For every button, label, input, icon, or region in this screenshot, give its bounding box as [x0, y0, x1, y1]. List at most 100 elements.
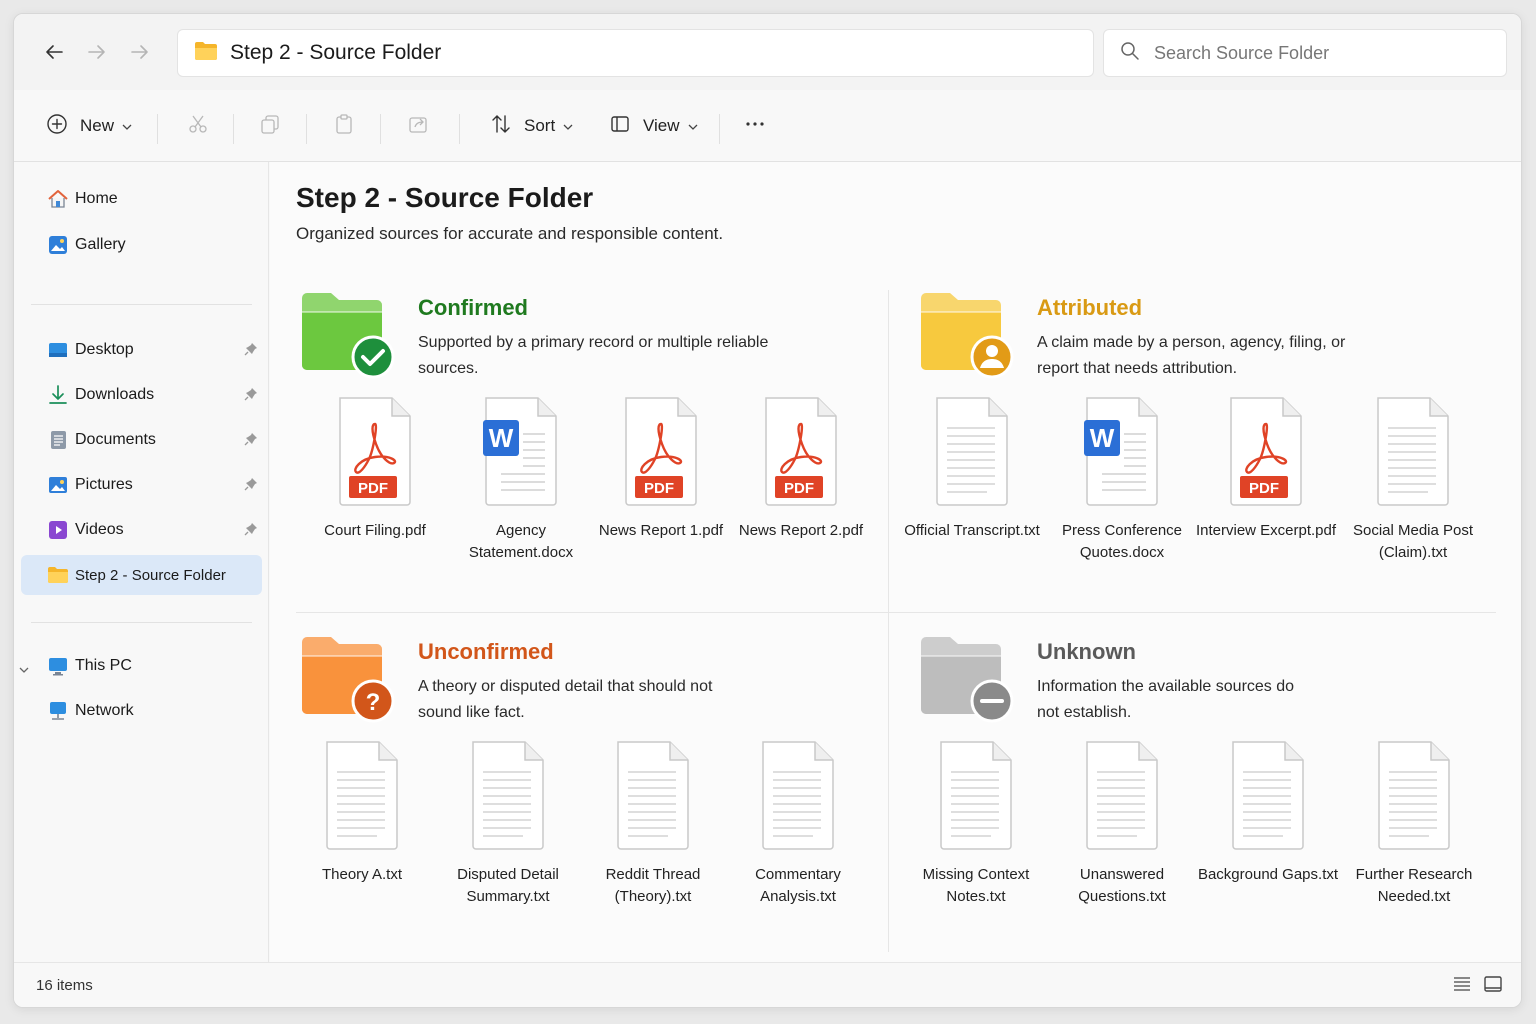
up-button[interactable]: [126, 40, 154, 68]
file-item[interactable]: Official Transcript.txt: [897, 396, 1047, 566]
sidebar-item-label: Pictures: [75, 476, 133, 493]
file-item[interactable]: PDF Interview Excerpt.pdf: [1191, 396, 1341, 566]
file-item[interactable]: PDF News Report 1.pdf: [586, 396, 736, 566]
chevron-down-icon[interactable]: [19, 661, 29, 679]
category-title[interactable]: Confirmed: [418, 295, 528, 321]
file-name: Reddit Thread (Theory).txt: [605, 866, 701, 905]
text-file-icon: [1228, 740, 1308, 850]
sidebar-item-label: Home: [75, 190, 118, 207]
folder-unknown-icon[interactable]: [919, 634, 1019, 724]
sidebar-item-label: Downloads: [75, 386, 155, 403]
scissors-icon: [187, 113, 209, 140]
category-title[interactable]: Attributed: [1037, 295, 1142, 321]
desktop-icon: [47, 339, 69, 361]
documents-icon: [47, 429, 69, 451]
file-item[interactable]: Background Gaps.txt: [1193, 740, 1343, 910]
file-item[interactable]: W Press Conference Quotes.docx: [1047, 396, 1197, 566]
text-file-icon: [1374, 740, 1454, 850]
file-name: News Report 1.pdf: [598, 522, 724, 539]
file-item[interactable]: Further Research Needed.txt: [1339, 740, 1489, 910]
copy-button[interactable]: [259, 112, 281, 140]
pin-icon[interactable]: [244, 432, 258, 451]
file-name: Commentary Analysis.txt: [755, 866, 841, 905]
view-button[interactable]: View: [609, 112, 698, 140]
file-name: Missing Context Notes.txt: [922, 866, 1030, 905]
file-name: Agency Statement.docx: [468, 522, 574, 561]
category-confirmed: Confirmed Supported by a primary record o…: [300, 290, 900, 610]
sidebar-divider: [31, 622, 252, 623]
folder-attributed-icon[interactable]: [919, 290, 1019, 380]
toolbar-divider: [233, 114, 234, 144]
clipboard-icon: [333, 113, 355, 140]
text-file-icon: [1373, 396, 1453, 506]
file-item[interactable]: PDF Court Filing.pdf: [300, 396, 450, 566]
file-name: Official Transcript.txt: [904, 522, 1040, 539]
category-unconfirmed: ? Unconfirmed A theory or disputed detail …: [300, 634, 900, 954]
search-icon: [1120, 41, 1140, 66]
cut-button[interactable]: [187, 112, 209, 140]
toolbar-divider: [459, 114, 460, 144]
file-item[interactable]: Theory A.txt: [287, 740, 437, 910]
sidebar-item-label: Network: [75, 702, 134, 719]
pin-icon[interactable]: [244, 522, 258, 541]
address-bar[interactable]: Step 2 - Source Folder: [177, 29, 1094, 77]
sidebar-item-downloads[interactable]: Downloads: [21, 375, 262, 415]
category-description: Information the available sources do not…: [1037, 678, 1295, 721]
breadcrumb[interactable]: Step 2 - Source Folder: [230, 41, 441, 65]
paste-button[interactable]: [333, 112, 355, 140]
file-item[interactable]: Commentary Analysis.txt: [723, 740, 873, 910]
svg-text:PDF: PDF: [1249, 480, 1279, 497]
file-item[interactable]: PDF News Report 2.pdf: [726, 396, 876, 566]
share-button[interactable]: [407, 112, 429, 140]
toolbar-divider: [719, 114, 720, 144]
toolbar-divider: [157, 114, 158, 144]
pin-icon[interactable]: [244, 342, 258, 361]
sidebar-item-home[interactable]: Home: [21, 179, 262, 219]
sidebar-item-desktop[interactable]: Desktop: [21, 330, 262, 370]
new-button[interactable]: New: [46, 112, 132, 140]
plus-circle-icon: [46, 113, 68, 140]
forward-button[interactable]: [83, 40, 111, 68]
search-box[interactable]: [1103, 29, 1507, 77]
search-input[interactable]: [1154, 42, 1484, 64]
file-item[interactable]: Unanswered Questions.txt: [1047, 740, 1197, 910]
content-area: Step 2 - Source Folder Organized sources…: [270, 162, 1521, 962]
sort-button[interactable]: Sort: [490, 112, 573, 140]
sidebar-item-documents[interactable]: Documents: [21, 420, 262, 460]
share-icon: [407, 113, 429, 140]
folder-confirmed-icon[interactable]: [300, 290, 400, 380]
sidebar-item-label: Documents: [75, 431, 156, 448]
sidebar-item-network[interactable]: Network: [21, 691, 262, 731]
file-item[interactable]: Reddit Thread (Theory).txt: [578, 740, 728, 910]
pin-icon[interactable]: [244, 387, 258, 406]
arrow-right-icon: [129, 41, 151, 68]
pdf-file-icon: PDF: [761, 396, 841, 506]
svg-text:W: W: [489, 423, 514, 453]
file-item[interactable]: Disputed Detail Summary.txt: [433, 740, 583, 910]
tiles-view-button[interactable]: [1482, 975, 1504, 997]
network-icon: [47, 700, 69, 722]
details-view-button[interactable]: [1451, 975, 1473, 997]
more-options-button[interactable]: [744, 112, 766, 140]
downloads-icon: [47, 384, 69, 406]
file-name: Social Media Post (Claim).txt: [1352, 522, 1474, 561]
file-item[interactable]: Social Media Post (Claim).txt: [1338, 396, 1488, 566]
sidebar-item-videos[interactable]: Videos: [21, 510, 262, 550]
back-button[interactable]: [40, 40, 68, 68]
folder-icon: [47, 564, 69, 586]
category-title[interactable]: Unconfirmed: [418, 639, 554, 665]
home-icon: [47, 188, 69, 210]
file-item[interactable]: Missing Context Notes.txt: [901, 740, 1051, 910]
category-description: A claim made by a person, agency, filing…: [1037, 334, 1346, 377]
sidebar-item-gallery[interactable]: Gallery: [21, 225, 262, 265]
pin-icon[interactable]: [244, 477, 258, 496]
ellipsis-icon: [744, 113, 766, 140]
folder-unconfirmed-icon[interactable]: ?: [300, 634, 400, 724]
text-file-icon: [932, 396, 1012, 506]
file-item[interactable]: W Agency Statement.docx: [446, 396, 596, 566]
category-title[interactable]: Unknown: [1037, 639, 1136, 665]
sidebar-item-label: Videos: [75, 521, 124, 538]
sidebar-item-pictures[interactable]: Pictures: [21, 465, 262, 505]
sidebar-item-source-folder[interactable]: Step 2 - Source Folder: [21, 555, 262, 595]
sidebar-item-this-pc[interactable]: This PC: [19, 646, 262, 686]
